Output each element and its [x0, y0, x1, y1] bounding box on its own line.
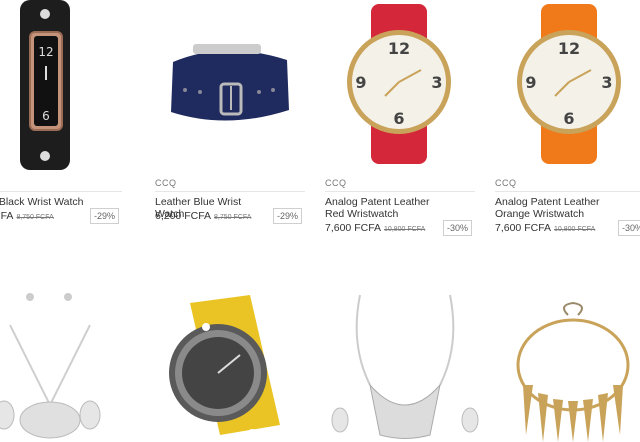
yellow-strap-watch-image[interactable]: [160, 285, 310, 442]
gold-spike-collar-image[interactable]: [498, 285, 640, 442]
divider: [0, 191, 122, 192]
discount-badge: -29%: [89, 208, 119, 224]
svg-text:9: 9: [355, 73, 366, 92]
old-price: 10,800 FCFA: [554, 226, 596, 233]
silver-bib-necklace-image[interactable]: [330, 285, 480, 442]
discount-badge: -30%: [442, 220, 472, 236]
old-price: 8,750 FCFA: [16, 214, 54, 221]
product-title[interactable]: ather Black Wrist Watch: [0, 196, 87, 208]
red-wristwatch-image[interactable]: 12 6 3 9: [325, 0, 475, 170]
current-price: 6,200 FCFA: [155, 210, 212, 222]
divider: [495, 191, 640, 192]
svg-text:6: 6: [563, 109, 574, 128]
black-wrist-watch-image[interactable]: 12 6: [0, 0, 122, 170]
svg-text:12: 12: [558, 39, 580, 58]
discount-badge: -29%: [272, 208, 302, 224]
silver-necklace-earrings-image[interactable]: [0, 285, 140, 442]
discount-badge: -30%: [617, 220, 640, 236]
current-price: 7,600 FCFA: [325, 222, 382, 234]
svg-text:12: 12: [38, 45, 53, 59]
current-price: 00 FCFA: [0, 210, 14, 222]
product-title[interactable]: Analog Patent Leather Red Wristwatch: [325, 196, 440, 220]
svg-text:12: 12: [388, 39, 410, 58]
brand-label: CCQ: [325, 178, 347, 188]
divider: [155, 191, 305, 192]
divider: [325, 191, 475, 192]
svg-text:3: 3: [601, 73, 612, 92]
price-block: 7,600 FCFA 10,800 FCFA: [495, 222, 595, 234]
price-block: 7,600 FCFA 10,800 FCFA: [325, 222, 425, 234]
current-price: 7,600 FCFA: [495, 222, 552, 234]
svg-text:9: 9: [525, 73, 536, 92]
brand-label: CCQ: [155, 178, 177, 188]
svg-text:6: 6: [42, 109, 50, 123]
price-block: 6,200 FCFA 8,750 FCFA: [155, 210, 251, 222]
svg-text:3: 3: [431, 73, 442, 92]
old-price: 10,800 FCFA: [384, 226, 426, 233]
product-title[interactable]: Analog Patent Leather Orange Wristwatch: [495, 196, 635, 220]
brand-label: CCQ: [495, 178, 517, 188]
blue-wrist-watch-image[interactable]: [155, 0, 305, 170]
orange-wristwatch-image[interactable]: 12 6 3 9: [495, 0, 640, 170]
price-block: 00 FCFA8,750 FCFA: [0, 210, 54, 222]
old-price: 8,750 FCFA: [214, 214, 252, 221]
svg-text:6: 6: [393, 109, 404, 128]
